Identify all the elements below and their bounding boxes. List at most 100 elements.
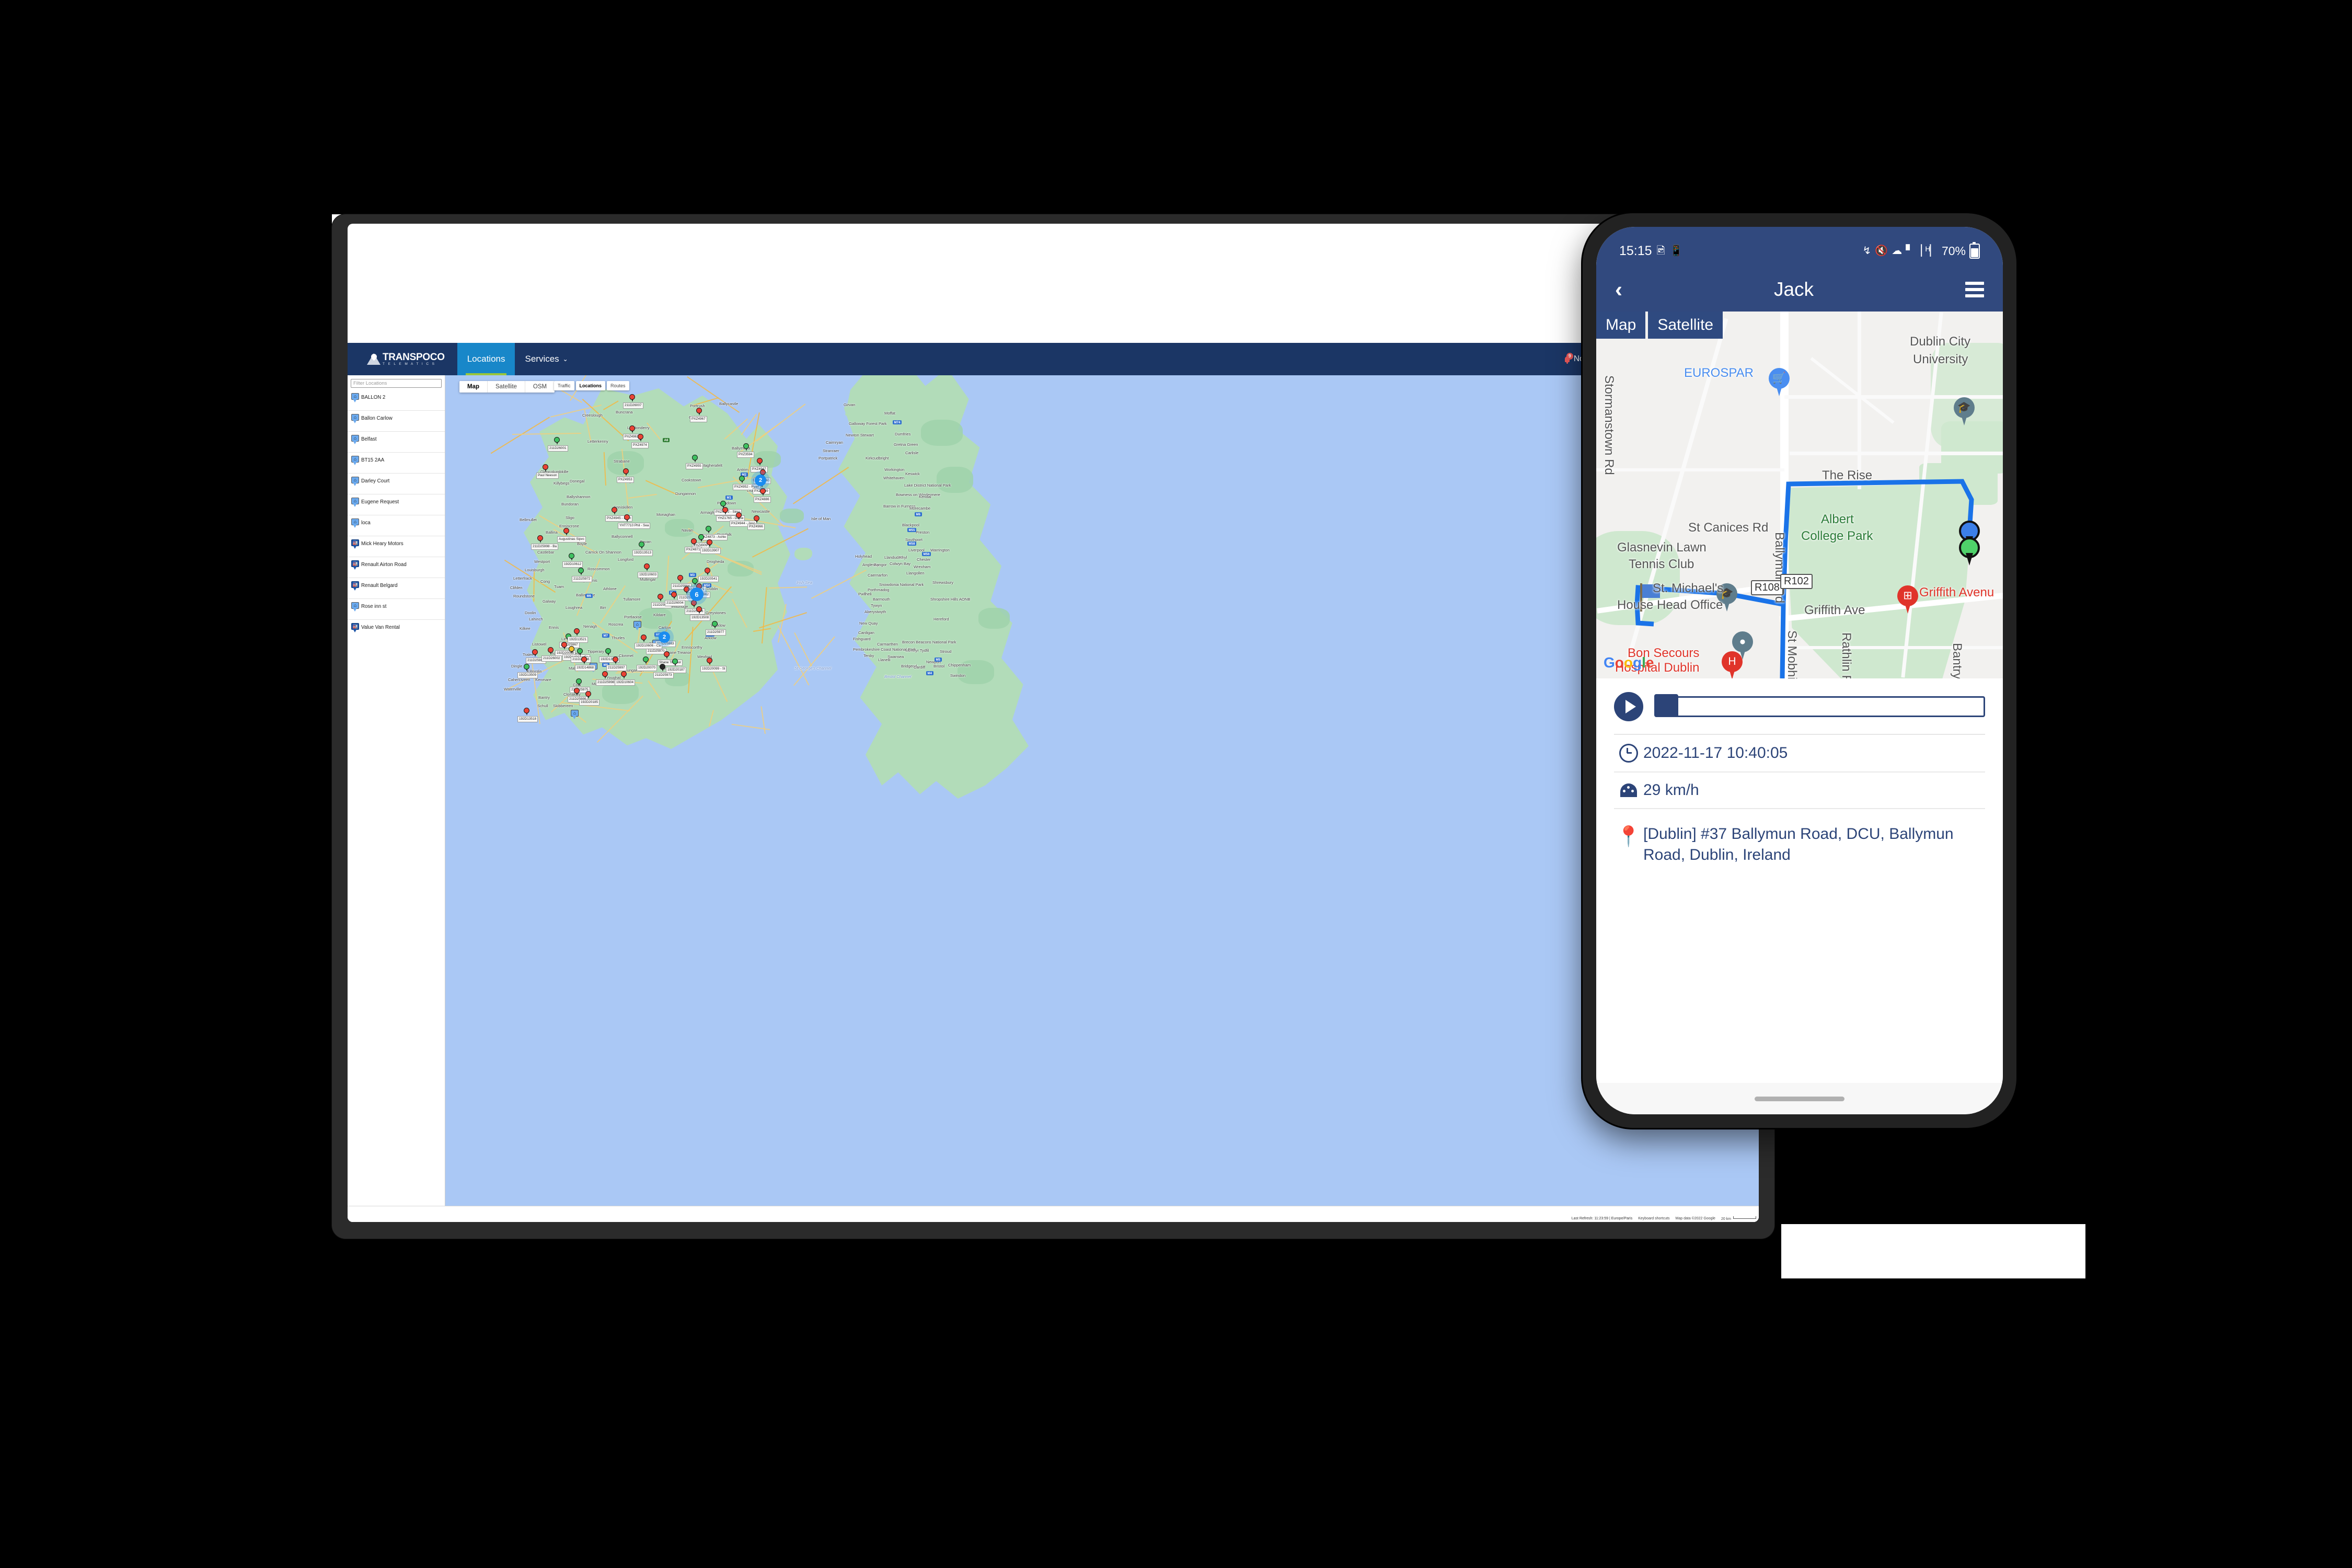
map-vehicle-marker[interactable] (578, 568, 584, 575)
map-vehicle-marker[interactable] (554, 437, 560, 445)
map-vehicle-marker[interactable] (569, 646, 574, 654)
map-vehicle-marker[interactable] (613, 656, 618, 664)
map-vehicle-marker[interactable] (524, 708, 529, 716)
list-item[interactable]: 🏭 Value Van Rental (348, 619, 445, 640)
map-location-pin[interactable]: ⌂ (633, 621, 641, 631)
map-overlay-traffic[interactable]: Traffic (554, 381, 574, 390)
map-overlay-locations[interactable]: Locations (576, 381, 606, 390)
map-pin-dcu[interactable]: 🎓 (1954, 397, 1975, 425)
play-button[interactable] (1614, 692, 1643, 721)
map-vehicle-marker[interactable] (581, 656, 587, 664)
map-cluster-marker[interactable]: 2 (755, 475, 766, 486)
map-vehicle-marker[interactable] (623, 468, 629, 476)
phone-map[interactable]: Map Satellite 🛒 🎓 🎓 ● ⊞ H Dublin City Un… (1596, 312, 2003, 678)
map-vehicle-marker[interactable] (639, 541, 644, 549)
list-item[interactable]: ⌂ loca (348, 515, 445, 536)
map-pin-eurospar[interactable]: 🛒 (1769, 368, 1790, 396)
list-item[interactable]: 🏭 Mick Heary Motors (348, 536, 445, 557)
map-vehicle-marker[interactable] (722, 507, 728, 515)
map-vehicle-marker[interactable] (524, 664, 529, 672)
map-vehicle-marker[interactable] (638, 434, 643, 442)
map-vehicle-marker[interactable] (707, 539, 712, 547)
playback-slider[interactable] (1656, 696, 1985, 717)
map-type-map[interactable]: Map (459, 381, 488, 393)
phone-map-type-map[interactable]: Map (1596, 312, 1645, 339)
map-vehicle-marker[interactable] (660, 664, 665, 672)
map-pin-griffith-avenue[interactable]: ⊞ (1897, 585, 1918, 614)
map-vehicle-marker[interactable] (574, 628, 580, 636)
map-vehicle-marker[interactable] (757, 458, 763, 466)
map-vehicle-marker[interactable] (671, 592, 677, 599)
map-vehicle-marker[interactable] (684, 586, 689, 594)
map-vehicle-marker[interactable] (658, 594, 663, 602)
map-vehicle-marker[interactable] (548, 647, 554, 655)
map-vehicle-marker[interactable] (543, 464, 548, 472)
map-vehicle-marker[interactable] (612, 507, 617, 515)
map-vehicle-marker[interactable] (643, 656, 649, 664)
map-vehicle-marker[interactable] (705, 568, 710, 575)
map-vehicle-marker[interactable] (760, 488, 766, 496)
map-vehicle-marker[interactable] (576, 678, 582, 686)
list-item[interactable]: 🏭 Renault Belgard (348, 578, 445, 598)
nav-tab-locations[interactable]: Locations (457, 343, 515, 375)
map-overlay-routes[interactable]: Routes (607, 381, 629, 390)
map-vehicle-marker[interactable] (739, 476, 745, 483)
map-city-label: Roscommon (587, 567, 610, 571)
map-vehicle-marker[interactable] (629, 425, 635, 433)
map-vehicle-marker[interactable] (621, 671, 627, 679)
map-vehicle-marker[interactable] (644, 563, 650, 571)
keyboard-shortcuts-button[interactable]: Keyboard shortcuts (1635, 1216, 1672, 1221)
map-pin-vehicle-start[interactable] (1959, 537, 1980, 566)
map-vehicle-marker[interactable] (537, 535, 543, 543)
nav-tab-services[interactable]: Services ⌄ (515, 343, 578, 375)
list-item[interactable]: ⌂ BALLON 2 (348, 390, 445, 410)
map-vehicle-marker[interactable] (707, 658, 712, 665)
map-vehicle-marker[interactable] (736, 512, 742, 520)
map-vehicle-marker[interactable] (629, 394, 635, 402)
map-vehicle-marker[interactable] (691, 538, 697, 546)
list-item[interactable]: ⌂ BT15 2AA (348, 452, 445, 473)
list-item[interactable]: ⌂ Darley Court (348, 473, 445, 494)
map-cluster-marker[interactable]: 2 (659, 631, 670, 643)
locations-map[interactable]: Map Satellite OSM Traffic Locations Routes C… (445, 375, 1759, 1222)
map-vehicle-marker[interactable] (574, 688, 580, 696)
map-type-satellite[interactable]: Satellite (488, 381, 525, 393)
list-item[interactable]: ⌂ Belfast (348, 431, 445, 452)
map-vehicle-marker[interactable] (754, 515, 759, 523)
map-vehicle-marker[interactable] (532, 649, 538, 657)
map-vehicle-marker[interactable] (696, 606, 702, 614)
map-vehicle-marker[interactable] (664, 651, 670, 659)
map-vehicle-marker[interactable] (696, 408, 702, 416)
map-vehicle-marker[interactable] (561, 642, 567, 650)
map-vehicle-marker[interactable] (585, 691, 591, 699)
hamburger-menu-icon[interactable] (1965, 282, 1984, 297)
map-vehicle-marker[interactable] (698, 534, 704, 542)
map-cluster-marker[interactable]: 6 (690, 587, 704, 601)
slider-knob[interactable] (1654, 694, 1678, 717)
map-vehicle-marker[interactable] (624, 514, 630, 522)
map-vehicle-marker[interactable] (743, 443, 749, 451)
map-vehicle-marker[interactable] (641, 635, 647, 642)
map-city-label: Carlow (659, 625, 671, 630)
map-vehicle-marker[interactable] (692, 455, 698, 463)
list-item[interactable]: ⌂ Ballon Carlow (348, 410, 445, 431)
map-location-pin[interactable]: ⌂ (571, 710, 579, 720)
map-vehicle-marker[interactable] (563, 528, 569, 536)
list-item[interactable]: ⌂ Rose inn st (348, 598, 445, 619)
map-pin-bon-secours[interactable]: H (1722, 651, 1743, 678)
map-vehicle-marker[interactable] (672, 659, 678, 666)
phone-map-type-satellite[interactable]: Satellite (1648, 312, 1723, 339)
map-vehicle-marker[interactable] (577, 648, 583, 656)
list-item[interactable]: ⌂ Eugene Request (348, 494, 445, 515)
back-button[interactable]: ‹ (1615, 279, 1622, 301)
filter-locations-input[interactable] (351, 379, 442, 388)
map-vehicle-marker[interactable] (605, 648, 611, 656)
map-vehicle-marker[interactable] (677, 575, 683, 583)
transpoco-logo[interactable]: TRANSPOCO T E L E M A T I C S (367, 352, 445, 366)
map-vehicle-marker[interactable] (712, 621, 718, 629)
map-vehicle-marker[interactable] (602, 671, 608, 679)
map-type-osm[interactable]: OSM (525, 381, 555, 393)
list-item[interactable]: 🏭 Renault Airton Road (348, 557, 445, 578)
map-vehicle-marker[interactable] (569, 553, 574, 561)
map-vehicle-marker[interactable] (706, 526, 711, 534)
